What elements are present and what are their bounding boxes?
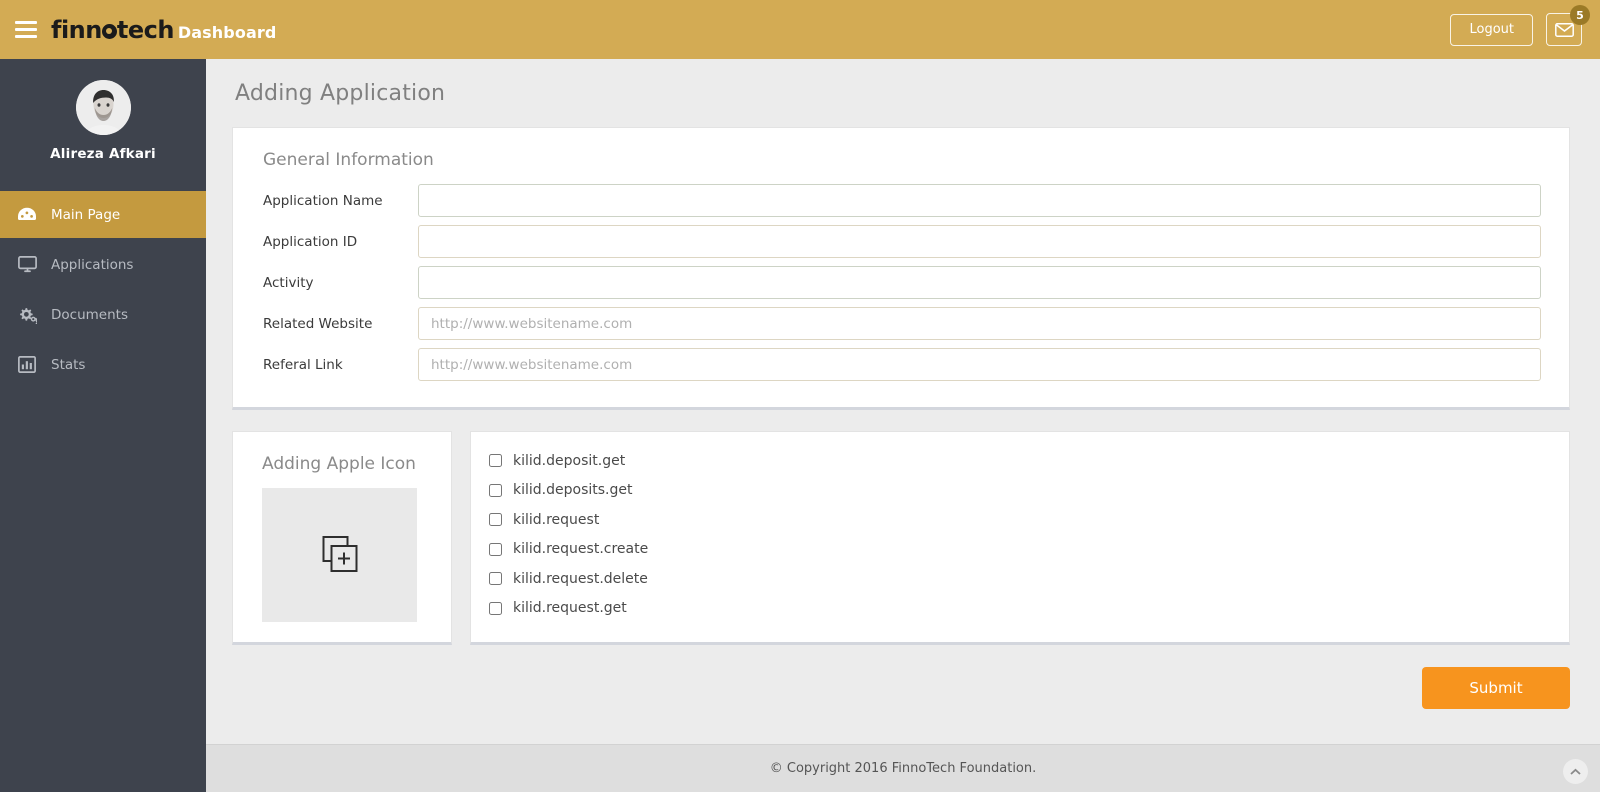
hamburger-menu-icon[interactable] bbox=[15, 21, 37, 38]
hamburger-bar bbox=[15, 35, 37, 38]
page-title: Adding Application bbox=[235, 81, 446, 106]
sidebar-item-label: Stats bbox=[51, 356, 86, 373]
scope-item[interactable]: kilid.deposits.get bbox=[471, 476, 1569, 506]
sidebar: Alireza Afkari Main Page Applications Do… bbox=[0, 59, 206, 792]
scope-checkbox[interactable] bbox=[489, 483, 502, 497]
label-activity: Activity bbox=[263, 274, 314, 291]
scope-label: kilid.deposits.get bbox=[513, 482, 633, 499]
lower-section: Adding Apple Icon kilid.deposit.get kili… bbox=[232, 431, 1570, 645]
form-row-application-name: Application Name bbox=[233, 184, 1569, 217]
copyright-text: © Copyright 2016 FinnoTech Foundation. bbox=[769, 761, 1037, 776]
avatar bbox=[75, 80, 131, 135]
footer: © Copyright 2016 FinnoTech Foundation. bbox=[206, 744, 1600, 792]
scope-item[interactable]: kilid.request.delete bbox=[471, 564, 1569, 594]
brand-logo[interactable]: finn tech Dashboard bbox=[51, 16, 276, 44]
label-referal-link: Referal Link bbox=[263, 356, 343, 373]
label-application-name: Application Name bbox=[263, 192, 383, 209]
apple-icon-card: Adding Apple Icon bbox=[232, 431, 452, 645]
scope-item[interactable]: kilid.request bbox=[471, 505, 1569, 535]
sidebar-item-stats[interactable]: Stats bbox=[0, 341, 206, 388]
sidebar-item-label: Documents bbox=[51, 306, 128, 323]
brand-wordmark: finn tech bbox=[51, 16, 174, 44]
top-header-bar: finn tech Dashboard Logout 5 bbox=[0, 0, 1600, 59]
related-website-input[interactable] bbox=[418, 307, 1541, 340]
general-information-title: General Information bbox=[263, 150, 434, 170]
scope-checkbox[interactable] bbox=[489, 542, 502, 556]
scope-label: kilid.request.delete bbox=[513, 570, 648, 587]
chevron-up-icon bbox=[1570, 768, 1581, 775]
submit-button[interactable]: Submit bbox=[1422, 667, 1570, 709]
scope-item[interactable]: kilid.request.get bbox=[471, 594, 1569, 624]
add-image-icon bbox=[322, 536, 357, 572]
main-content: Adding Application General Information A… bbox=[206, 59, 1600, 792]
scope-item[interactable]: kilid.request.create bbox=[471, 535, 1569, 565]
scopes-card: kilid.deposit.get kilid.deposits.get kil… bbox=[470, 431, 1570, 645]
sidebar-item-label: Applications bbox=[51, 256, 134, 273]
messages-button-wrapper[interactable]: 5 bbox=[1546, 5, 1590, 46]
scroll-to-top-button[interactable] bbox=[1563, 759, 1588, 784]
monitor-icon bbox=[16, 256, 38, 273]
scope-checkbox[interactable] bbox=[489, 513, 502, 527]
apple-icon-upload-area[interactable] bbox=[262, 488, 417, 622]
sidebar-nav: Main Page Applications Documents Stats bbox=[0, 191, 206, 388]
brand-subtitle: Dashboard bbox=[177, 22, 277, 42]
sidebar-username: Alireza Afkari bbox=[50, 146, 156, 162]
dashboard-gauge-icon bbox=[16, 206, 38, 224]
scope-item[interactable]: kilid.deposit.get bbox=[471, 446, 1569, 476]
submit-row: Submit bbox=[206, 667, 1570, 709]
gears-icon bbox=[16, 306, 38, 324]
form-row-related-website: Related Website bbox=[233, 307, 1569, 340]
logout-button[interactable]: Logout bbox=[1450, 13, 1533, 46]
referal-link-input[interactable] bbox=[418, 348, 1541, 381]
sidebar-item-documents[interactable]: Documents bbox=[0, 291, 206, 338]
apple-icon-title: Adding Apple Icon bbox=[262, 454, 416, 474]
scope-label: kilid.request.get bbox=[513, 600, 627, 617]
scope-checkbox[interactable] bbox=[489, 601, 502, 615]
application-name-input[interactable] bbox=[418, 184, 1541, 217]
scope-checkbox[interactable] bbox=[489, 454, 502, 468]
hamburger-bar bbox=[15, 28, 37, 31]
unread-count-badge: 5 bbox=[1570, 5, 1590, 25]
avatar-photo bbox=[75, 80, 131, 135]
brand-text-second: tech bbox=[116, 15, 175, 44]
scope-checkbox[interactable] bbox=[489, 572, 502, 586]
scope-label: kilid.deposit.get bbox=[513, 452, 626, 469]
application-id-input[interactable] bbox=[418, 225, 1541, 258]
sidebar-item-main-page[interactable]: Main Page bbox=[0, 191, 206, 238]
form-row-referal-link: Referal Link bbox=[233, 348, 1569, 381]
scope-label: kilid.request bbox=[513, 511, 600, 528]
brand-ring-icon bbox=[101, 23, 117, 39]
hamburger-bar bbox=[15, 21, 37, 24]
brand-text-first: finn bbox=[51, 15, 102, 44]
sidebar-item-label: Main Page bbox=[51, 206, 121, 223]
form-row-application-id: Application ID bbox=[233, 225, 1569, 258]
sidebar-item-applications[interactable]: Applications bbox=[0, 241, 206, 288]
bar-chart-icon bbox=[16, 356, 38, 373]
label-related-website: Related Website bbox=[263, 315, 373, 332]
general-information-card: General Information Application Name App… bbox=[232, 127, 1570, 410]
label-application-id: Application ID bbox=[263, 233, 358, 250]
scope-label: kilid.request.create bbox=[513, 541, 649, 558]
form-row-activity: Activity bbox=[233, 266, 1569, 299]
activity-input[interactable] bbox=[418, 266, 1541, 299]
envelope-glyph bbox=[1554, 22, 1574, 37]
header-actions: Logout 5 bbox=[1450, 5, 1590, 46]
